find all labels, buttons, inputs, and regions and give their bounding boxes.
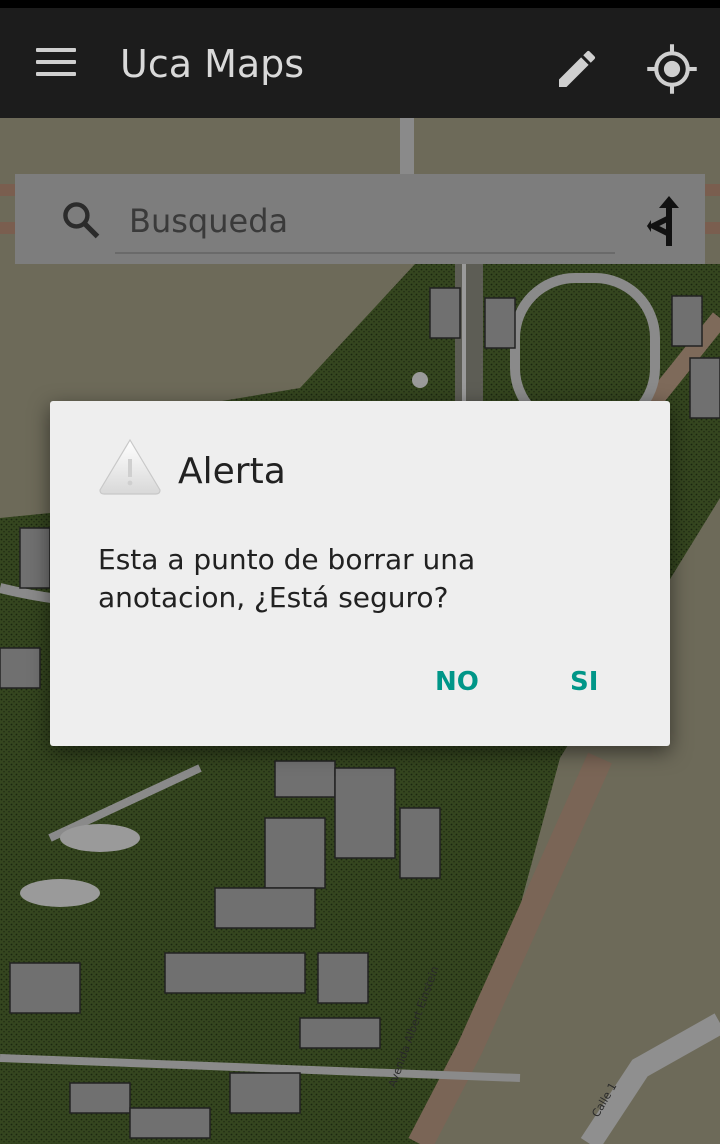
route-turn-icon[interactable]: [643, 194, 683, 246]
app-title: Uca Maps: [120, 42, 305, 86]
search-underline: [115, 252, 615, 254]
dialog-title: Alerta: [178, 451, 286, 492]
warning-icon: [99, 438, 161, 495]
yes-button[interactable]: SI: [570, 667, 598, 697]
status-bar: [0, 0, 720, 8]
app-bar: Uca Maps: [0, 8, 720, 118]
menu-icon[interactable]: [36, 48, 76, 80]
dialog-message: Esta a punto de borrar una anotacion, ¿E…: [98, 543, 476, 614]
search-input[interactable]: Busqueda: [129, 202, 288, 240]
no-button[interactable]: NO: [435, 667, 479, 697]
pencil-icon[interactable]: [553, 45, 601, 93]
search-icon[interactable]: [59, 198, 103, 242]
my-location-icon[interactable]: [645, 42, 699, 96]
alert-dialog: Alerta Esta a punto de borrar una anotac…: [50, 401, 670, 746]
search-bar[interactable]: Busqueda: [15, 174, 705, 264]
